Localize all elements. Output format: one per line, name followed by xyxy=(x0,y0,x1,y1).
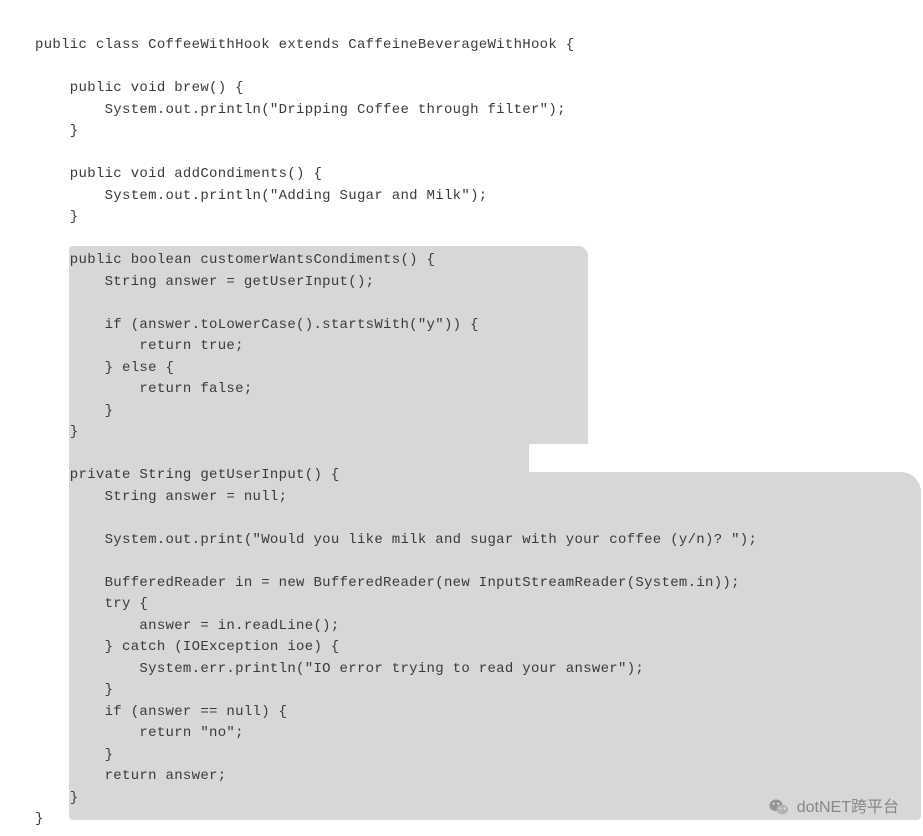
code-line: private String getUserInput() { xyxy=(35,467,340,483)
code-line: if (answer.toLowerCase().startsWith("y")… xyxy=(35,317,479,333)
code-line: System.out.println("Adding Sugar and Mil… xyxy=(35,188,487,204)
code-line: try { xyxy=(35,596,148,612)
code-line: public void brew() { xyxy=(35,80,244,96)
watermark-text: dotNET跨平台 xyxy=(797,797,899,819)
code-line: } xyxy=(35,403,113,419)
code-line: System.out.print("Would you like milk an… xyxy=(35,532,757,548)
code-figure: public class CoffeeWithHook extends Caff… xyxy=(0,0,923,836)
code-line: } else { xyxy=(35,360,174,376)
code-line: return false; xyxy=(35,381,253,397)
code-line: } xyxy=(35,123,79,139)
code-line: } xyxy=(35,747,113,763)
code-line: public class CoffeeWithHook extends Caff… xyxy=(35,37,574,53)
code-line: } xyxy=(35,209,79,225)
code-line: } xyxy=(35,790,79,806)
code-line: return "no"; xyxy=(35,725,244,741)
code-line: } xyxy=(35,424,79,440)
code-line: } xyxy=(35,682,113,698)
code-line: String answer = null; xyxy=(35,489,287,505)
wechat-icon xyxy=(769,797,789,817)
code-block: public class CoffeeWithHook extends Caff… xyxy=(0,0,923,831)
code-line: } xyxy=(35,811,44,827)
code-line: return true; xyxy=(35,338,244,354)
code-line: } catch (IOException ioe) { xyxy=(35,639,340,655)
code-line: System.err.println("IO error trying to r… xyxy=(35,661,644,677)
watermark: dotNET跨平台 xyxy=(769,797,899,819)
code-line: public boolean customerWantsCondiments()… xyxy=(35,252,435,268)
code-line: return answer; xyxy=(35,768,226,784)
code-line: String answer = getUserInput(); xyxy=(35,274,374,290)
code-line: BufferedReader in = new BufferedReader(n… xyxy=(35,575,740,591)
code-line: answer = in.readLine(); xyxy=(35,618,340,634)
code-line: System.out.println("Dripping Coffee thro… xyxy=(35,102,566,118)
code-line: public void addCondiments() { xyxy=(35,166,322,182)
code-line: if (answer == null) { xyxy=(35,704,287,720)
